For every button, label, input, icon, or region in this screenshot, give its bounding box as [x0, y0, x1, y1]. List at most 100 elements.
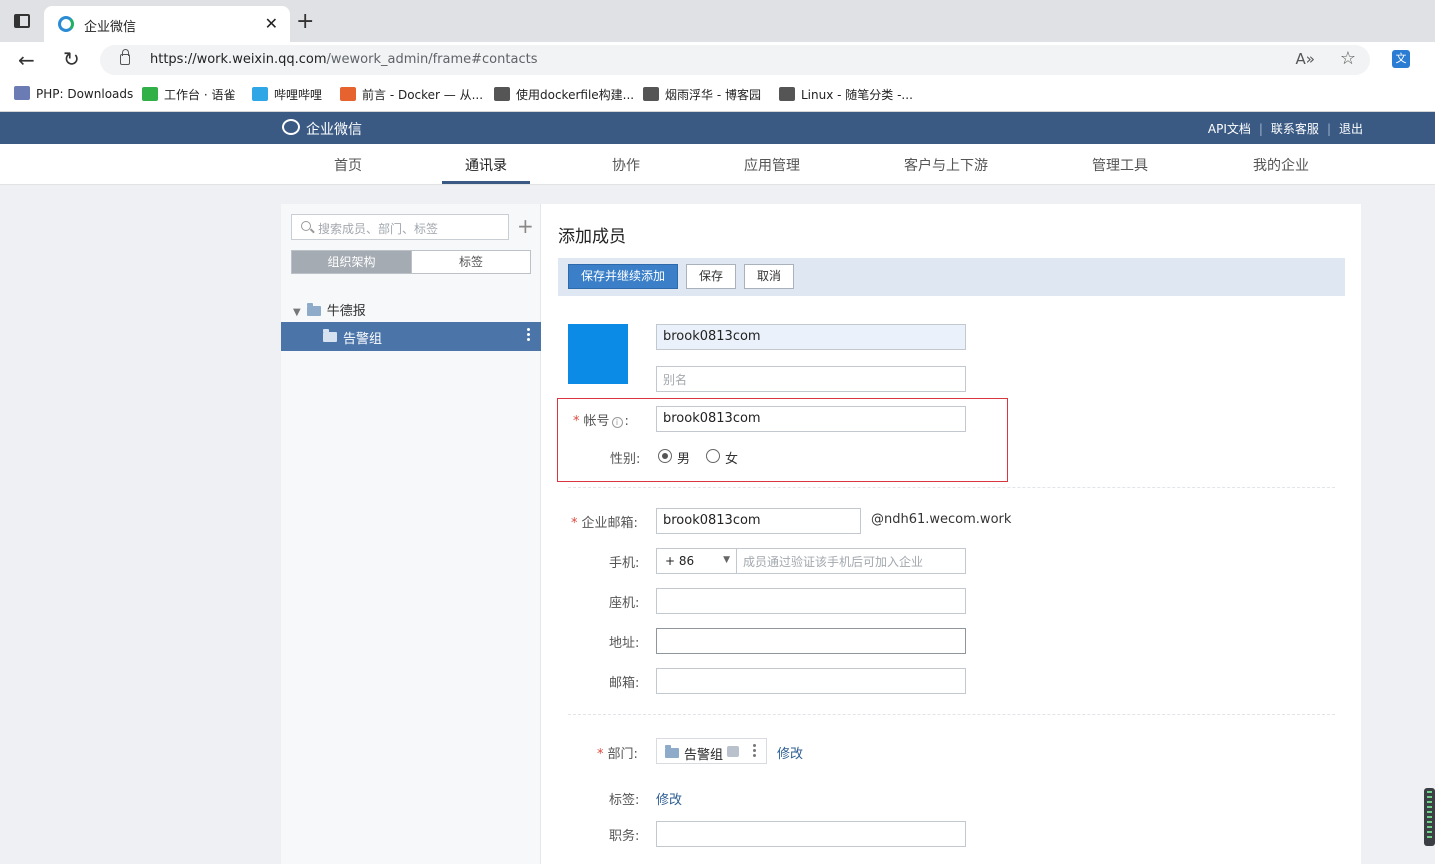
- url-input[interactable]: https://work.weixin.qq.com/wework_admin/…: [100, 45, 1370, 75]
- bookmark-item[interactable]: 前言 - Docker — 从...: [340, 86, 483, 103]
- account-label: * 帐号 i:: [573, 414, 629, 429]
- divider: [568, 714, 1335, 715]
- main-nav: 首页 通讯录 协作 应用管理 客户与上下游 管理工具 我的企业: [0, 144, 1435, 185]
- divider: [568, 487, 1335, 488]
- email-domain-suffix: @ndh61.wecom.work: [871, 512, 1012, 527]
- folder-icon: [665, 745, 679, 758]
- lock-icon[interactable]: [120, 49, 130, 65]
- mobile-input[interactable]: 成员通过验证该手机后可加入企业: [736, 548, 966, 574]
- save-continue-button[interactable]: 保存并继续添加: [568, 264, 678, 289]
- contact-support-link[interactable]: 联系客服: [1271, 122, 1319, 136]
- yuque-icon: [142, 87, 158, 101]
- tab-actions-icon[interactable]: [14, 14, 30, 28]
- search-placeholder: 搜索成员、部门、标签: [318, 222, 439, 236]
- nav-collaboration[interactable]: 协作: [612, 155, 640, 175]
- audio-level-widget: [1424, 788, 1435, 846]
- position-input[interactable]: [656, 821, 966, 847]
- address-bar: ← ↻ https://work.weixin.qq.com/wework_ad…: [0, 42, 1435, 78]
- personal-email-input[interactable]: [656, 668, 966, 694]
- logout-link[interactable]: 退出: [1339, 122, 1363, 136]
- mobile-placeholder: 成员通过验证该手机后可加入企业: [743, 555, 924, 569]
- tab-title: 企业微信: [84, 20, 137, 35]
- tree-item-alert-group[interactable]: 告警组: [281, 322, 541, 351]
- bookmark-item[interactable]: 使用dockerfile构建...: [494, 86, 634, 103]
- form-toolbar: 保存并继续添加 保存 取消: [558, 258, 1345, 296]
- dept-chip[interactable]: 告警组: [656, 738, 767, 764]
- more-vertical-icon[interactable]: [527, 328, 531, 344]
- tab-close-icon[interactable]: ✕: [265, 14, 278, 33]
- cancel-button[interactable]: 取消: [744, 264, 794, 289]
- bookmarks-bar: PHP: Downloads 工作台 · 语雀 哔哩哔哩 前言 - Docker…: [0, 78, 1435, 112]
- nav-home[interactable]: 首页: [334, 155, 362, 175]
- page-title: 添加成员: [558, 227, 626, 247]
- address-label: 地址:: [609, 636, 640, 651]
- name-input[interactable]: brook0813com: [656, 324, 966, 350]
- bookmark-item[interactable]: 工作台 · 语雀: [142, 86, 235, 103]
- wecom-header: 企业微信 API文档 | 联系客服 | 退出: [0, 112, 1435, 144]
- gender-label: 性别:: [610, 452, 641, 467]
- add-icon[interactable]: +: [517, 216, 534, 236]
- search-input[interactable]: 搜索成员、部门、标签: [291, 214, 509, 240]
- nav-my-company[interactable]: 我的企业: [1253, 155, 1309, 175]
- new-tab-icon[interactable]: +: [296, 11, 314, 33]
- mobile-label: 手机:: [609, 556, 640, 571]
- save-button[interactable]: 保存: [686, 264, 736, 289]
- search-icon: [301, 221, 311, 231]
- tab-org-structure[interactable]: 组织架构: [292, 251, 411, 273]
- nav-contacts[interactable]: 通讯录: [465, 155, 507, 175]
- browser-tab[interactable]: 企业微信 ✕: [44, 6, 290, 42]
- folder-icon: [323, 329, 337, 342]
- wecom-logo-icon: [282, 119, 300, 135]
- nav-active-indicator: [442, 181, 530, 184]
- nav-app-management[interactable]: 应用管理: [744, 155, 800, 175]
- dept-badge-icon: [727, 746, 739, 757]
- bilibili-icon: [252, 87, 268, 101]
- tag-edit-link[interactable]: 修改: [656, 789, 682, 808]
- email-label: * 企业邮箱:: [571, 516, 638, 531]
- gender-female-label: 女: [725, 452, 739, 467]
- api-docs-link[interactable]: API文档: [1208, 122, 1251, 136]
- chevron-down-icon: ▼: [723, 555, 730, 565]
- personal-email-label: 邮箱:: [609, 676, 640, 691]
- account-input[interactable]: brook0813com: [656, 406, 966, 432]
- translate-extension-icon[interactable]: 文: [1392, 50, 1410, 68]
- tree-root-item[interactable]: ▼ 牛德报: [293, 300, 366, 319]
- bookmark-item[interactable]: 烟雨浮华 - 博客园: [643, 86, 761, 103]
- cnblogs-icon: [779, 87, 795, 101]
- country-code-select[interactable]: + 86 ▼: [656, 548, 736, 574]
- cnblogs-icon: [494, 87, 510, 101]
- browser-tab-bar: 企业微信 ✕ +: [0, 0, 1435, 42]
- cnblogs-icon: [643, 87, 659, 101]
- favorite-star-icon[interactable]: ☆: [1340, 48, 1356, 69]
- gender-male-radio[interactable]: [658, 449, 672, 463]
- nav-customers[interactable]: 客户与上下游: [904, 155, 988, 175]
- sidebar-tabs: 组织架构 标签: [291, 250, 531, 274]
- bookmark-item[interactable]: PHP: Downloads: [14, 86, 133, 101]
- contacts-panel: 搜索成员、部门、标签 + 组织架构 标签 ▼ 牛德报 告警组 添加成员 保存并继续…: [281, 204, 1361, 864]
- dept-edit-link[interactable]: 修改: [777, 743, 803, 762]
- back-arrow-icon[interactable]: ←: [18, 48, 35, 72]
- wecom-logo-text[interactable]: 企业微信: [306, 119, 362, 139]
- alias-placeholder: 别名: [663, 373, 688, 387]
- landline-input[interactable]: [656, 588, 966, 614]
- caret-down-icon[interactable]: ▼: [293, 307, 301, 318]
- dept-label: * 部门:: [597, 747, 638, 762]
- gender-female-radio[interactable]: [706, 449, 720, 463]
- more-vertical-icon[interactable]: [753, 744, 757, 759]
- read-aloud-icon[interactable]: A»: [1296, 50, 1315, 68]
- address-input[interactable]: [656, 628, 966, 654]
- folder-icon: [306, 303, 321, 316]
- email-input[interactable]: brook0813com: [656, 508, 861, 534]
- alias-input[interactable]: 别名: [656, 366, 966, 392]
- landline-label: 座机:: [609, 596, 640, 611]
- tab-tags[interactable]: 标签: [411, 251, 530, 273]
- wecom-favicon-icon: [58, 16, 74, 32]
- tree-item-label: 告警组: [343, 332, 383, 347]
- header-links: API文档 | 联系客服 | 退出: [1207, 122, 1363, 136]
- avatar[interactable]: [568, 324, 628, 384]
- bookmark-item[interactable]: 哔哩哔哩: [252, 86, 322, 103]
- nav-admin-tools[interactable]: 管理工具: [1092, 155, 1148, 175]
- info-icon[interactable]: i: [611, 417, 623, 428]
- bookmark-item[interactable]: Linux - 随笔分类 -...: [779, 86, 913, 103]
- reload-icon[interactable]: ↻: [63, 47, 80, 71]
